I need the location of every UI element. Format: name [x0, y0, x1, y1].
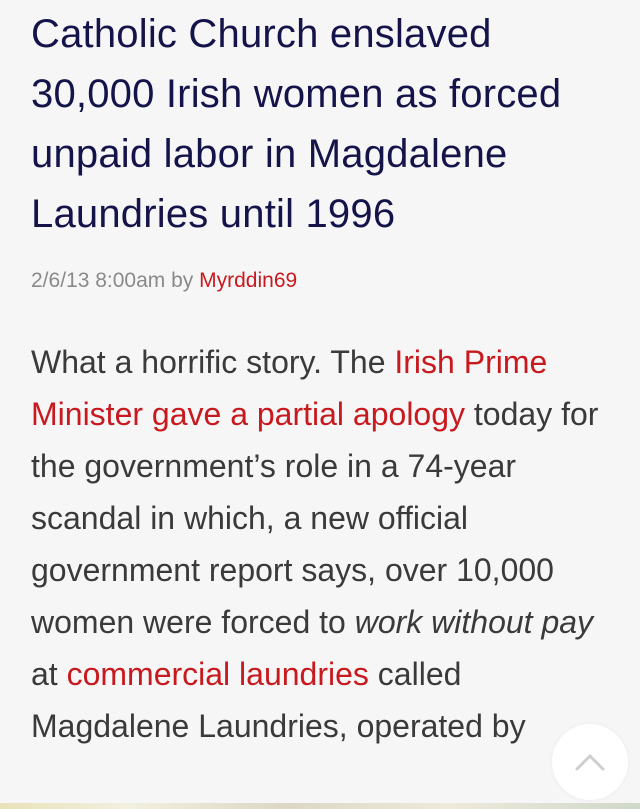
article-headline: Catholic Church enslaved 30,000 Irish wo…	[31, 12, 562, 236]
article-body: What a horrific story. The Irish Prime M…	[31, 336, 621, 752]
chevron-up-icon	[575, 754, 605, 771]
by-label: by	[171, 269, 194, 292]
scroll-to-top-button[interactable]	[552, 724, 628, 800]
author-link[interactable]: Myrddin69	[199, 269, 297, 292]
article-meta: 2/6/13 8:00am by Myrddin69	[31, 266, 621, 296]
body-text-3: at	[31, 656, 67, 692]
body-emphasis: work without pay	[354, 604, 594, 640]
commercial-laundries-link[interactable]: commercial laundries	[67, 656, 369, 692]
article: Catholic Church enslaved 30,000 Irish wo…	[31, 0, 621, 752]
post-date: 2/6/13 8:00am	[31, 269, 166, 292]
bottom-ad-strip	[0, 803, 640, 809]
body-text-1: What a horrific story. The	[31, 344, 395, 380]
